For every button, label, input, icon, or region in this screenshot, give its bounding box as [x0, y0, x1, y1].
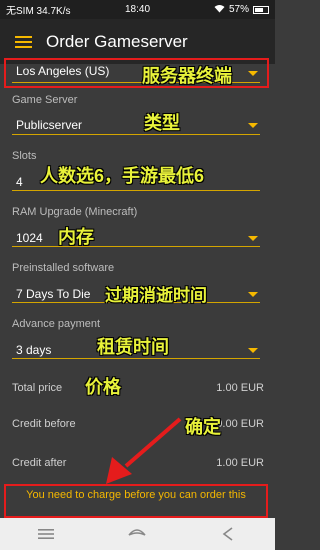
- menu-icon: [37, 529, 54, 539]
- back-nav-button[interactable]: [217, 522, 241, 546]
- menu-nav-button[interactable]: [34, 522, 58, 546]
- system-navbar: [0, 518, 275, 550]
- home-nav-button[interactable]: [125, 522, 149, 546]
- charge-warning[interactable]: You need to charge before you can order …: [4, 484, 268, 518]
- home-icon: [128, 529, 147, 536]
- charge-warning-text: You need to charge before you can order …: [26, 489, 246, 501]
- back-icon: [222, 527, 233, 541]
- red-arrow-icon: [106, 417, 182, 484]
